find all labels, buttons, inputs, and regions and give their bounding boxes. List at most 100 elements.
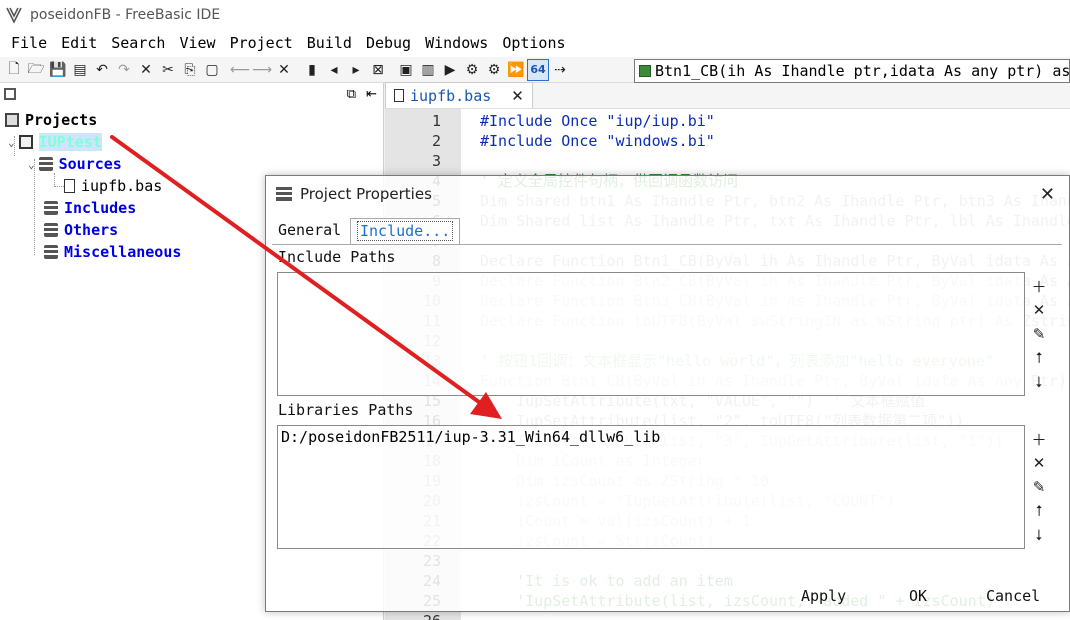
rebuild-icon[interactable]: ⚙ xyxy=(483,59,505,81)
misc-label: Miscellaneous xyxy=(64,243,182,261)
tree-misc-node[interactable]: Miscellaneous xyxy=(44,241,181,263)
libraries-down-icon[interactable]: ⭣ xyxy=(1029,525,1049,545)
includes-label: Includes xyxy=(64,199,137,217)
tree-project-node[interactable]: ⌄ IUPtest xyxy=(8,131,102,153)
dialog-title: Project Properties xyxy=(300,185,432,203)
function-icon xyxy=(639,65,651,77)
tab-general[interactable]: General xyxy=(272,218,347,245)
include-remove-icon[interactable]: ✕ xyxy=(1029,300,1049,320)
tree-root-projects[interactable]: Projects xyxy=(5,109,97,131)
cancel-button[interactable]: Cancel xyxy=(986,586,1040,606)
include-paths-label: Include Paths xyxy=(278,248,396,266)
outline-icon[interactable]: ⇢ xyxy=(549,59,571,81)
bas-file-icon xyxy=(394,89,404,102)
bookmark-clear-icon[interactable]: ⊠ xyxy=(367,59,389,81)
include-paths-list[interactable] xyxy=(277,272,1025,396)
collapse-panel-icon[interactable]: ⇤ xyxy=(366,87,377,102)
menu-project[interactable]: Project xyxy=(223,30,300,57)
line-number: 26 xyxy=(385,611,441,620)
nav-back-icon[interactable]: ⟵ xyxy=(229,59,251,81)
libraries-paths-list[interactable]: D:/poseidonFB2511/iup-3.31_Win64_dllw6_l… xyxy=(277,425,1025,549)
tree-sources-node[interactable]: ⌄ Sources xyxy=(28,153,122,175)
function-combo-value: Btn1_CB(ih As Ihandle ptr,idata As any p… xyxy=(655,62,1070,80)
ok-button[interactable]: OK xyxy=(909,586,927,606)
libraries-edit-icon[interactable]: ✎ xyxy=(1029,477,1049,497)
tree-includes-node[interactable]: Includes xyxy=(44,197,136,219)
editor-tab-strip: iupfb.bas ✕ xyxy=(385,82,1070,109)
libraries-up-icon[interactable]: ⭡ xyxy=(1029,501,1049,521)
project-icon xyxy=(18,135,33,149)
project-name: IUPtest xyxy=(38,133,102,151)
paste-icon[interactable]: ▢ xyxy=(201,59,223,81)
cut-icon[interactable]: ✂ xyxy=(157,59,179,81)
build-icon[interactable]: ▥ xyxy=(417,59,439,81)
project-properties-dialog: Project Properties ✕ General Include... … xyxy=(265,175,1070,612)
tab-include-label: Include... xyxy=(357,221,454,241)
tree-root-label: Projects xyxy=(25,111,98,129)
redo-icon[interactable]: ↷ xyxy=(113,59,135,81)
menu-debug[interactable]: Debug xyxy=(359,30,418,57)
menu-build[interactable]: Build xyxy=(300,30,359,57)
libraries-path-item[interactable]: D:/poseidonFB2511/iup-3.31_Win64_dllw6_l… xyxy=(281,428,660,446)
editor-tab-iupfb[interactable]: iupfb.bas ✕ xyxy=(385,82,533,108)
libraries-remove-icon[interactable]: ✕ xyxy=(1029,453,1049,473)
dialog-icon xyxy=(276,187,292,201)
source-file-label: iupfb.bas xyxy=(81,177,163,195)
function-list-combo[interactable]: Btn1_CB(ih As Ihandle ptr,idata As any p… xyxy=(634,59,1070,83)
quick-run-icon[interactable]: ⏩ xyxy=(505,59,527,81)
libraries-add-icon[interactable]: ＋ xyxy=(1029,429,1049,449)
bookmark-icon[interactable]: ▮ xyxy=(301,59,323,81)
nav-forward-icon[interactable]: ⟶ xyxy=(251,59,273,81)
libraries-paths-label: Libraries Paths xyxy=(278,401,414,419)
menu-bar: File Edit Search View Project Build Debu… xyxy=(0,30,1070,57)
code-line[interactable]: #Include Once "iup/iup.bi" xyxy=(480,111,715,131)
float-panel-icon[interactable]: ⧉ xyxy=(347,87,356,102)
open-file-icon[interactable]: 🗁 xyxy=(25,59,47,81)
save-all-icon[interactable]: ▤ xyxy=(69,59,91,81)
dialog-title-bar: Project Properties xyxy=(266,176,1070,212)
chevron-down-icon: ⌄ xyxy=(8,135,15,149)
window-title: poseidonFB - FreeBasic IDE xyxy=(30,7,221,23)
new-file-icon[interactable]: 🗋 xyxy=(3,59,25,81)
apply-button[interactable]: Apply xyxy=(801,586,846,606)
sources-folder-icon xyxy=(38,157,53,171)
compile-icon[interactable]: ▣ xyxy=(395,59,417,81)
menu-edit[interactable]: Edit xyxy=(54,30,104,57)
include-edit-icon[interactable]: ✎ xyxy=(1029,324,1049,344)
menu-file[interactable]: File xyxy=(4,30,54,57)
tab-include[interactable]: Include... xyxy=(350,218,461,245)
undo-icon[interactable]: ↶ xyxy=(91,59,113,81)
tree-file-iupfb[interactable]: iupfb.bas xyxy=(64,175,162,197)
app-logo-icon xyxy=(4,5,24,25)
tree-others-node[interactable]: Others xyxy=(44,219,118,241)
run-icon[interactable]: ▶ xyxy=(439,59,461,81)
code-line[interactable]: #Include Once "windows.bi" xyxy=(480,131,715,151)
panel-cube-icon xyxy=(4,88,16,100)
editor-tab-label: iupfb.bas xyxy=(410,86,492,105)
clear-icon[interactable]: ✕ xyxy=(273,59,295,81)
bookmark-next-icon[interactable]: ▸ xyxy=(345,59,367,81)
build-settings-icon[interactable]: ⚙ xyxy=(461,59,483,81)
close-tab-icon[interactable]: ✕ xyxy=(511,87,524,105)
line-number: 3 xyxy=(431,152,441,170)
include-down-icon[interactable]: ⭣ xyxy=(1029,372,1049,392)
line-number: 1 xyxy=(431,112,441,130)
include-add-icon[interactable]: ＋ xyxy=(1029,276,1049,296)
copy-icon[interactable]: ⎘ xyxy=(179,59,201,81)
bookmark-prev-icon[interactable]: ◂ xyxy=(323,59,345,81)
sources-label: Sources xyxy=(58,155,122,173)
menu-windows[interactable]: Windows xyxy=(418,30,495,57)
others-folder-icon xyxy=(44,223,58,237)
bas-file-icon xyxy=(64,179,75,193)
project-panel-header: ⧉ ⇤ xyxy=(0,83,383,105)
menu-options[interactable]: Options xyxy=(495,30,572,57)
menu-view[interactable]: View xyxy=(172,30,222,57)
close-icon[interactable]: ✕ xyxy=(1040,184,1055,205)
chevron-down-icon: ⌄ xyxy=(28,157,35,171)
mode-64-toggle[interactable]: 64 xyxy=(527,58,549,81)
save-icon[interactable]: 💾 xyxy=(47,59,69,81)
close-file-icon[interactable]: ✕ xyxy=(135,59,157,81)
menu-search[interactable]: Search xyxy=(104,30,172,57)
projects-cube-icon xyxy=(5,113,19,127)
include-up-icon[interactable]: ⭡ xyxy=(1029,348,1049,368)
